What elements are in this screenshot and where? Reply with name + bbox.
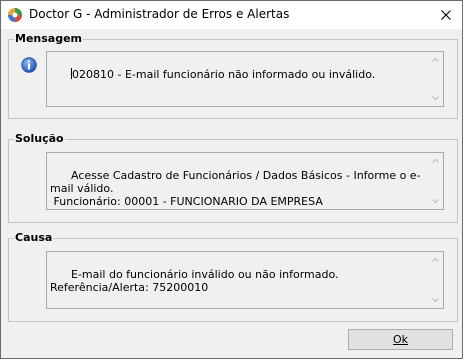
- solucao-label: Solução: [14, 132, 65, 145]
- ok-button[interactable]: Ok: [348, 329, 453, 350]
- mensagem-scrollbar[interactable]: [427, 52, 443, 106]
- close-icon: [441, 10, 451, 20]
- solucao-text[interactable]: Acesse Cadastro de Funcionários / Dados …: [46, 152, 444, 210]
- info-icon: [21, 57, 37, 73]
- causa-scrollbar[interactable]: [427, 252, 443, 308]
- close-button[interactable]: [430, 1, 462, 29]
- dialog-window: Doctor G - Administrador de Erros e Aler…: [0, 0, 463, 359]
- window-title: Doctor G - Administrador de Erros e Aler…: [29, 7, 290, 21]
- scroll-up-arrow-icon[interactable]: [427, 254, 443, 266]
- solucao-text-content: Acesse Cadastro de Funcionários / Dados …: [50, 169, 421, 208]
- causa-group: Causa E-mail do funcionário inválido ou …: [8, 231, 458, 322]
- causa-text[interactable]: E-mail do funcionário inválido ou não in…: [46, 251, 444, 309]
- solucao-group: Solução Acesse Cadastro de Funcionários …: [8, 132, 458, 223]
- mensagem-text-content: 020810 - E-mail funcionário não informad…: [71, 68, 376, 81]
- causa-label: Causa: [14, 231, 54, 244]
- causa-text-content: E-mail do funcionário inválido ou não in…: [50, 268, 339, 294]
- scroll-down-arrow-icon[interactable]: [427, 195, 443, 207]
- app-icon: [8, 8, 22, 22]
- scroll-down-arrow-icon[interactable]: [427, 92, 443, 104]
- scroll-down-arrow-icon[interactable]: [427, 294, 443, 306]
- mensagem-text[interactable]: 020810 - E-mail funcionário não informad…: [46, 51, 444, 107]
- mensagem-group: Mensagem 020810 - E-mail funcionário não…: [8, 32, 458, 119]
- mensagem-label: Mensagem: [14, 32, 84, 45]
- ok-button-label: Ok: [392, 333, 409, 346]
- scroll-up-arrow-icon[interactable]: [427, 155, 443, 167]
- scroll-up-arrow-icon[interactable]: [427, 54, 443, 66]
- title-bar: Doctor G - Administrador de Erros e Aler…: [1, 1, 462, 29]
- solucao-scrollbar[interactable]: [427, 153, 443, 209]
